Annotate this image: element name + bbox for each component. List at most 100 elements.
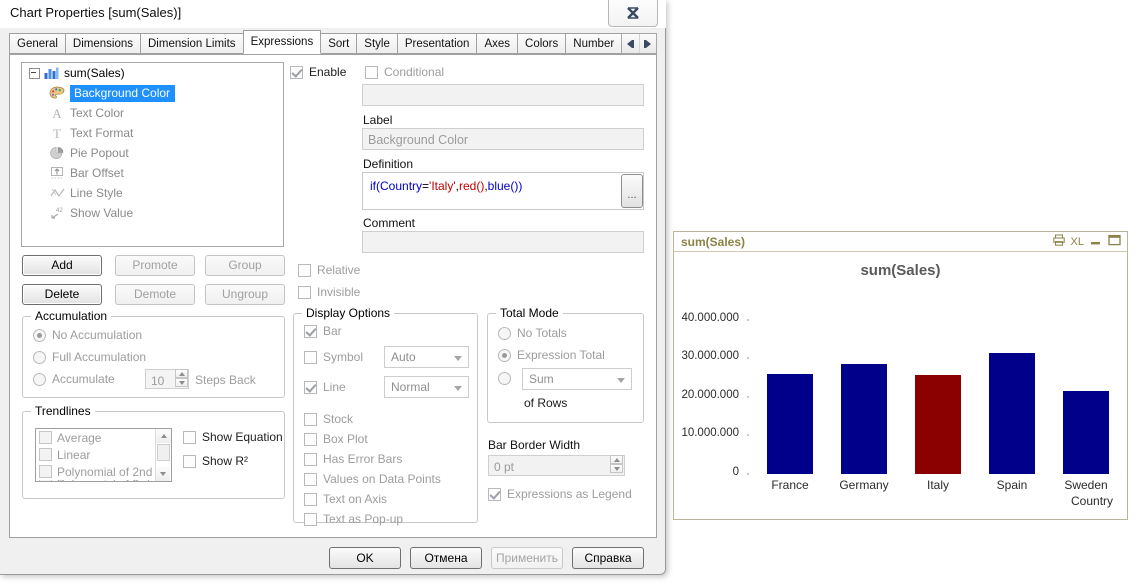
add-button[interactable]: Add	[22, 255, 102, 276]
radio-no-accumulation[interactable]: No Accumulation	[33, 328, 142, 342]
bar-italy[interactable]	[915, 375, 961, 474]
tab-number[interactable]: Number	[565, 33, 623, 54]
display-boxplot-checkbox[interactable]	[304, 432, 317, 446]
radio-no-totals[interactable]: No Totals	[498, 326, 567, 340]
show-r2-checkbox[interactable]	[183, 454, 196, 468]
display-errorbars-checkbox[interactable]	[304, 452, 317, 466]
display-symbol-checkbox[interactable]	[304, 350, 317, 364]
enable-checkbox[interactable]	[290, 65, 303, 79]
radio-aggregation[interactable]	[498, 372, 517, 385]
tree-item-text-color[interactable]: A Text Color	[22, 103, 283, 123]
bar-germany[interactable]	[841, 363, 887, 474]
display-values-row[interactable]: Values on Data Points	[304, 472, 441, 486]
definition-input[interactable]: if(Country='Italy',red(),blue())	[362, 172, 644, 210]
display-values-checkbox[interactable]	[304, 472, 317, 486]
scroll-down-icon[interactable]	[156, 467, 170, 481]
bar-sweden[interactable]	[1063, 391, 1109, 474]
trendline-average-checkbox[interactable]	[39, 431, 52, 444]
print-icon[interactable]	[1052, 234, 1065, 250]
promote-button[interactable]: Promote	[115, 255, 195, 276]
comment-input[interactable]	[362, 231, 644, 253]
tab-general[interactable]: General	[9, 33, 66, 54]
display-line-checkbox[interactable]	[304, 380, 317, 394]
display-bar-checkbox[interactable]	[304, 324, 317, 338]
trendline-poly2[interactable]: Polynomial of 2nd d	[36, 463, 171, 480]
show-equation-checkbox[interactable]	[183, 430, 196, 444]
tab-presentation[interactable]: Presentation	[396, 33, 478, 54]
export-xl-icon[interactable]: XL	[1071, 236, 1084, 249]
scrollbar-thumb[interactable]	[157, 444, 170, 461]
spinner-down-icon[interactable]	[175, 378, 188, 387]
trendline-poly3[interactable]: Polynomial of 3rd d	[36, 480, 171, 481]
scroll-up-icon[interactable]	[156, 429, 171, 443]
tree-item-show-value[interactable]: 42 Show Value	[22, 203, 283, 223]
definition-browse-button[interactable]: ...	[621, 174, 643, 208]
spinner-up-icon[interactable]	[610, 455, 623, 464]
display-boxplot-row[interactable]: Box Plot	[304, 432, 368, 446]
conditional-row[interactable]: Conditional	[365, 65, 444, 79]
tree-collapse-icon[interactable]	[28, 67, 40, 79]
display-line-row[interactable]: Line	[304, 380, 346, 394]
radio-expression-total[interactable]: Expression Total	[498, 348, 605, 362]
invisible-checkbox[interactable]	[298, 285, 311, 299]
tree-item-bar-offset[interactable]: Bar Offset	[22, 163, 283, 183]
display-errorbars-row[interactable]: Has Error Bars	[304, 452, 402, 466]
relative-row[interactable]: Relative	[298, 263, 360, 277]
trendline-linear[interactable]: Linear	[36, 446, 171, 463]
relative-checkbox[interactable]	[298, 263, 311, 277]
display-textpopup-checkbox[interactable]	[304, 512, 317, 526]
tree-item-line-style[interactable]: Line Style	[22, 183, 283, 203]
expression-tree[interactable]: sum(Sales) Background Color A Text Color…	[21, 62, 284, 247]
tree-item-root[interactable]: sum(Sales)	[22, 63, 283, 83]
scroll-tabs-right-icon[interactable]	[639, 34, 656, 53]
delete-button[interactable]: Delete	[22, 284, 102, 305]
bar-border-width-input[interactable]: 0 pt	[488, 455, 625, 476]
group-button[interactable]: Group	[205, 255, 285, 276]
bar-border-spinner[interactable]	[610, 455, 623, 473]
spinner-down-icon[interactable]	[610, 464, 623, 473]
radio-full-accumulation[interactable]: Full Accumulation	[33, 350, 146, 364]
tree-item-pie-popout[interactable]: Pie Popout	[22, 143, 283, 163]
trendline-poly3-checkbox[interactable]	[39, 480, 52, 481]
trendline-poly2-checkbox[interactable]	[39, 465, 52, 478]
conditional-checkbox[interactable]	[365, 65, 378, 79]
cancel-button[interactable]: Отмена	[410, 547, 482, 569]
tab-sort[interactable]: Sort	[320, 33, 358, 54]
line-combo[interactable]: Normal	[384, 376, 469, 398]
symbol-combo[interactable]: Auto	[384, 346, 469, 368]
trendlines-list[interactable]: Average Linear Polynomial of 2nd d Polyn…	[35, 428, 172, 482]
tab-axes[interactable]: Axes	[476, 33, 519, 54]
spinner-up-icon[interactable]	[175, 369, 188, 378]
show-r2-row[interactable]: Show R²	[183, 454, 248, 468]
steps-back-spinner[interactable]	[175, 369, 188, 387]
maximize-icon[interactable]	[1108, 234, 1121, 250]
bar-spain[interactable]	[989, 352, 1035, 474]
apply-button[interactable]: Применить	[491, 547, 563, 569]
display-stock-checkbox[interactable]	[304, 412, 317, 426]
display-textonaxis-row[interactable]: Text on Axis	[304, 492, 387, 506]
tab-dimensions[interactable]: Dimensions	[64, 33, 141, 54]
display-textonaxis-checkbox[interactable]	[304, 492, 317, 506]
tab-colors[interactable]: Colors	[517, 33, 567, 54]
invisible-row[interactable]: Invisible	[298, 285, 360, 299]
bar-france[interactable]	[767, 374, 813, 474]
minimize-icon[interactable]	[1090, 234, 1102, 250]
radio-accumulate[interactable]: Accumulate	[33, 372, 115, 386]
scroll-tabs-left-icon[interactable]	[622, 34, 640, 53]
ungroup-button[interactable]: Ungroup	[205, 284, 285, 305]
tab-expressions[interactable]: Expressions	[242, 30, 322, 54]
ok-button[interactable]: OK	[329, 547, 401, 569]
display-textpopup-row[interactable]: Text as Pop-up	[304, 512, 403, 526]
tab-dimension-limits[interactable]: Dimension Limits	[140, 33, 244, 54]
tree-item-background-color[interactable]: Background Color	[22, 83, 283, 103]
display-symbol-row[interactable]: Symbol	[304, 350, 363, 364]
help-button[interactable]: Справка	[572, 547, 644, 569]
expressions-as-legend-checkbox[interactable]	[488, 487, 501, 501]
label-input[interactable]: Background Color	[362, 128, 644, 150]
enable-row[interactable]: Enable	[290, 65, 346, 79]
trendline-linear-checkbox[interactable]	[39, 448, 52, 461]
close-icon[interactable]	[608, 0, 658, 27]
conditional-input[interactable]	[362, 84, 644, 106]
expressions-as-legend-row[interactable]: Expressions as Legend	[488, 487, 632, 501]
demote-button[interactable]: Demote	[115, 284, 195, 305]
